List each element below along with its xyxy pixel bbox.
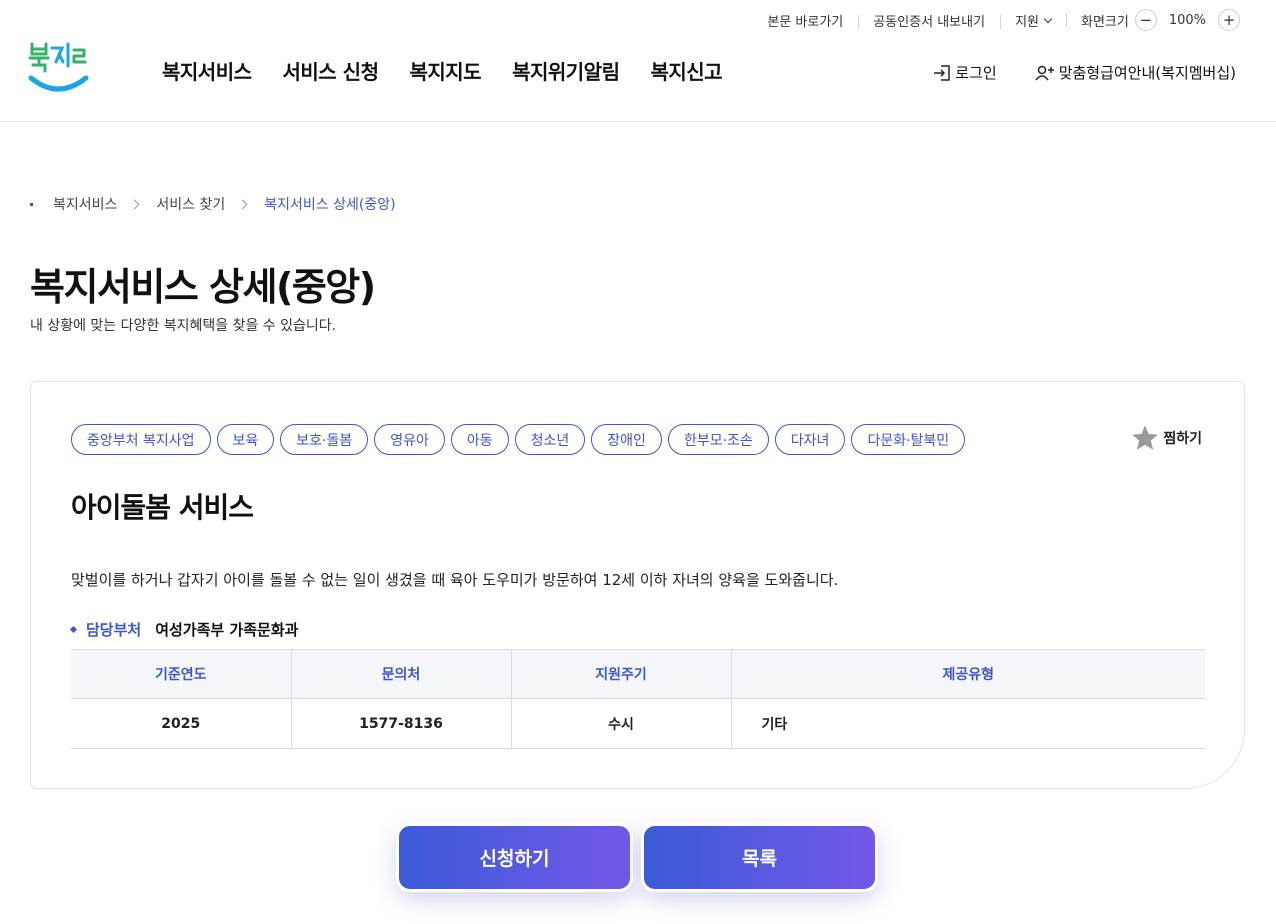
membership-label[interactable]: 맞춤형급여안내(복지멤버십) bbox=[1059, 62, 1236, 83]
login-link[interactable]: 로그인 bbox=[933, 62, 997, 83]
utility-bar: 본문 바로가기 공동인증서 내보내기 지원 화면크기 − 100% + bbox=[752, 8, 1246, 32]
category-tag[interactable]: 중앙부처 복지사업 bbox=[71, 424, 211, 455]
table-row: 2025 1577-8136 수시 기타 bbox=[71, 698, 1205, 749]
screen-size-label: 화면크기 bbox=[1080, 14, 1129, 30]
main-nav: 복지서비스 서비스 신청 복지지도 복지위기알림 복지신고 bbox=[162, 56, 723, 85]
table-header-cell: 제공유형 bbox=[730, 649, 1205, 699]
service-detail-card: 중앙부처 복지사업 보육 보호·돌봄 영유아 아동 청소년 장애인 한부모·조손… bbox=[30, 381, 1245, 789]
breadcrumb-item[interactable]: 복지서비스 bbox=[53, 194, 117, 214]
star-icon bbox=[1132, 425, 1159, 450]
action-buttons: 신청하기 목록 bbox=[396, 823, 878, 892]
nav-welfare-service[interactable]: 복지서비스 bbox=[162, 56, 252, 85]
header-user-menu: 로그인 맞춤형급여안내(복지멤버십) bbox=[933, 62, 1236, 83]
table-cell: 2025 bbox=[71, 698, 291, 749]
login-icon bbox=[934, 64, 951, 81]
screen-size-control: 화면크기 − 100% + bbox=[1065, 9, 1246, 31]
table-header-cell: 기준연도 bbox=[71, 649, 291, 699]
page-description: 내 상황에 맞는 다양한 복지혜택을 찾을 수 있습니다. bbox=[30, 318, 337, 334]
category-tag[interactable]: 장애인 bbox=[591, 424, 662, 455]
table-header-row: 기준연도 문의처 지원주기 제공유형 bbox=[71, 649, 1205, 699]
chevron-right-icon bbox=[237, 199, 248, 209]
membership-link[interactable]: 맞춤형급여안내(복지멤버십) bbox=[1035, 62, 1236, 83]
chevron-right-icon bbox=[129, 199, 140, 209]
page-title: 복지서비스 상세(중앙) bbox=[30, 265, 376, 309]
site-logo[interactable] bbox=[28, 40, 90, 94]
skip-to-content-link[interactable]: 본문 바로가기 bbox=[752, 11, 858, 30]
service-description: 맞벌이를 하거나 갑자기 아이를 돌볼 수 없는 일이 생겼을 때 육아 도우미… bbox=[71, 571, 839, 589]
table-header-cell: 문의처 bbox=[290, 649, 511, 699]
chevron-down-icon bbox=[1043, 14, 1053, 23]
breadcrumb: 복지서비스 서비스 찾기 복지서비스 상세(중앙) bbox=[30, 194, 396, 214]
nav-crisis-alert[interactable]: 복지위기알림 bbox=[512, 56, 620, 85]
list-button[interactable]: 목록 bbox=[641, 823, 878, 892]
diamond-bullet-icon bbox=[69, 625, 78, 634]
category-tag[interactable]: 영유아 bbox=[374, 424, 445, 455]
user-add-icon bbox=[1035, 65, 1054, 80]
zoom-out-button[interactable]: − bbox=[1134, 9, 1157, 31]
service-title: 아이돌봄 서비스 bbox=[71, 491, 254, 524]
category-tag[interactable]: 보육 bbox=[216, 424, 275, 455]
department-label: 담당부처 bbox=[86, 621, 142, 639]
bokjiro-logo-icon bbox=[28, 42, 89, 92]
header-divider bbox=[0, 121, 1276, 122]
category-tag[interactable]: 다자녀 bbox=[774, 424, 846, 455]
category-tag[interactable]: 한부모·조손 bbox=[667, 424, 769, 455]
category-tag[interactable]: 청소년 bbox=[514, 424, 586, 455]
nav-welfare-report[interactable]: 복지신고 bbox=[650, 56, 722, 85]
cert-export-link[interactable]: 공동인증서 내보내기 bbox=[858, 11, 1000, 30]
table-header-cell: 지원주기 bbox=[510, 649, 731, 699]
service-info-table: 기준연도 문의처 지원주기 제공유형 2025 1577-8136 수시 기타 bbox=[71, 649, 1205, 749]
nav-welfare-map[interactable]: 복지지도 bbox=[409, 56, 481, 85]
favorite-button[interactable]: 찜하기 bbox=[1131, 424, 1202, 451]
favorite-label[interactable]: 찜하기 bbox=[1163, 428, 1202, 448]
zoom-in-button[interactable]: + bbox=[1218, 9, 1240, 31]
support-dropdown[interactable]: 지원 bbox=[1000, 11, 1066, 30]
department-value: 여성가족부 가족문화과 bbox=[155, 621, 299, 639]
apply-button[interactable]: 신청하기 bbox=[396, 823, 633, 892]
zoom-value: 100% bbox=[1168, 12, 1206, 28]
category-tags: 중앙부처 복지사업 보육 보호·돌봄 영유아 아동 청소년 장애인 한부모·조손… bbox=[71, 424, 966, 455]
table-cell: 수시 bbox=[510, 698, 731, 749]
breadcrumb-item[interactable]: 서비스 찾기 bbox=[156, 194, 225, 214]
category-tag[interactable]: 아동 bbox=[450, 424, 509, 455]
nav-service-apply[interactable]: 서비스 신청 bbox=[283, 56, 379, 85]
login-label[interactable]: 로그인 bbox=[955, 62, 996, 83]
table-cell: 기타 bbox=[730, 698, 1205, 749]
home-bullet-icon bbox=[30, 202, 33, 206]
category-tag[interactable]: 보호·돌봄 bbox=[280, 424, 369, 455]
department-info: 담당부처 여성가족부 가족문화과 bbox=[69, 619, 299, 640]
table-cell: 1577-8136 bbox=[290, 698, 511, 749]
category-tag[interactable]: 다문화·탈북민 bbox=[851, 424, 966, 455]
breadcrumb-current: 복지서비스 상세(중앙) bbox=[264, 197, 396, 213]
